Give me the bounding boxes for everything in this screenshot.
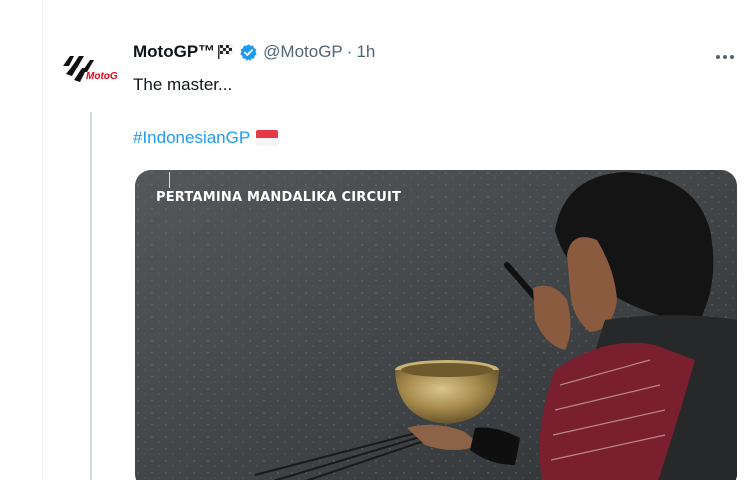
author-handle[interactable]: @MotoGP	[263, 42, 343, 62]
quoted-hashtag-row: #IndonesianGP	[133, 128, 279, 148]
more-horizontal-icon[interactable]	[715, 44, 735, 65]
author-name[interactable]: MotoGP™	[133, 42, 215, 62]
svg-text:MotoGP: MotoGP	[86, 71, 118, 82]
motogp-logo-icon: MotoGP	[63, 56, 125, 82]
separator-dot: ·	[346, 42, 353, 61]
hashtag-link[interactable]: #IndonesianGP	[133, 128, 250, 148]
tweet-text: The master...	[133, 75, 233, 94]
indonesia-flag-icon	[256, 130, 279, 146]
quote-thread-line	[90, 112, 92, 480]
verified-badge-icon[interactable]	[239, 43, 258, 62]
media-scene-image	[135, 170, 737, 480]
caption-tick	[169, 172, 170, 188]
timestamp[interactable]: 1h	[356, 42, 375, 62]
tweet-video-media[interactable]: PERTAMINA MANDALIKA CIRCUIT	[135, 170, 737, 480]
checkered-flag-icon	[217, 44, 235, 60]
video-caption: PERTAMINA MANDALIKA CIRCUIT	[156, 190, 402, 205]
avatar[interactable]: MotoGP	[60, 50, 125, 92]
timeline-border	[42, 0, 43, 480]
tweet-header: MotoGP™ @MotoGP · 1h	[133, 42, 375, 62]
